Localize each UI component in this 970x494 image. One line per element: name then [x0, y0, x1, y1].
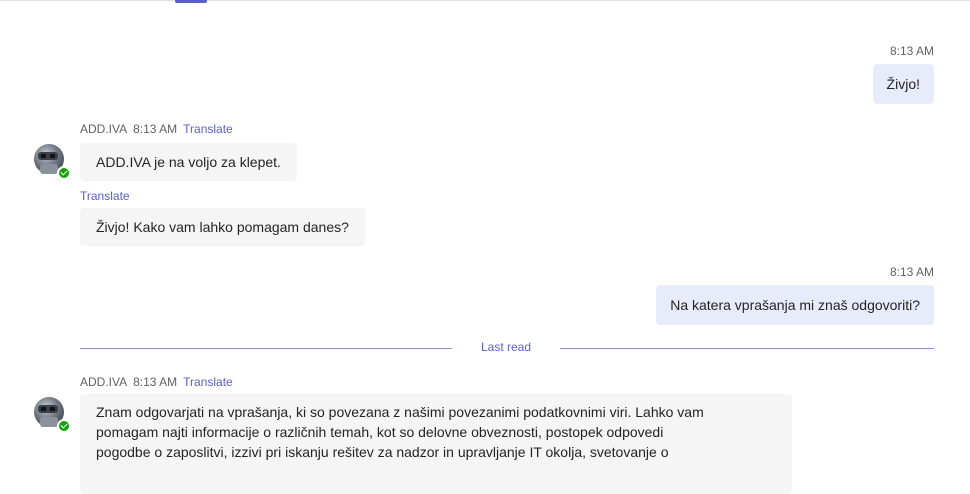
last-read-divider-line [80, 348, 452, 349]
presence-available-icon [57, 419, 71, 433]
message-line: Znam odgovarjati na vprašanja, ki so pov… [96, 404, 704, 420]
message-timestamp: 8:13 AM [133, 375, 178, 389]
bot-avatar[interactable] [32, 395, 72, 435]
bot-message-bubble[interactable]: Znam odgovarjati na vprašanja, ki so pov… [80, 394, 792, 494]
message-timestamp: 8:13 AM [889, 265, 934, 279]
message-timestamp: 8:13 AM [889, 44, 934, 58]
my-message-bubble[interactable]: Živjo! [872, 64, 934, 104]
bot-message-bubble[interactable]: Živjo! Kako vam lahko pomagam danes? [80, 208, 365, 246]
message-header: ADD.IVA 8:13 AM Translate [80, 375, 233, 389]
active-tab-indicator [175, 0, 207, 3]
bot-message-bubble[interactable]: ADD.IVA je na voljo za klepet. [80, 143, 297, 181]
sender-name: ADD.IVA [80, 375, 128, 389]
robot-body [40, 164, 58, 174]
sender-name: ADD.IVA [80, 122, 128, 136]
robot-eye [41, 154, 46, 158]
translate-link[interactable]: Translate [80, 189, 130, 203]
robot-body [40, 417, 58, 427]
translate-link[interactable]: Translate [183, 122, 233, 136]
header-border [0, 0, 970, 1]
message-line: pogodbe o zaposlitvi, izzivi pri iskanju… [96, 444, 669, 460]
message-line: pomagam najti informacije o različnih te… [96, 424, 664, 440]
robot-eye [41, 407, 46, 411]
bot-avatar[interactable] [32, 142, 72, 182]
message-header: ADD.IVA 8:13 AM Translate [80, 122, 233, 136]
message-timestamp: 8:13 AM [133, 122, 178, 136]
robot-eye [50, 407, 55, 411]
robot-eye [50, 154, 55, 158]
my-message-bubble[interactable]: Na katera vprašanja mi znaš odgovoriti? [656, 285, 934, 325]
last-read-divider-line [560, 348, 934, 349]
translate-link[interactable]: Translate [183, 375, 233, 389]
last-read-label: Last read [480, 340, 532, 354]
presence-available-icon [57, 166, 71, 180]
